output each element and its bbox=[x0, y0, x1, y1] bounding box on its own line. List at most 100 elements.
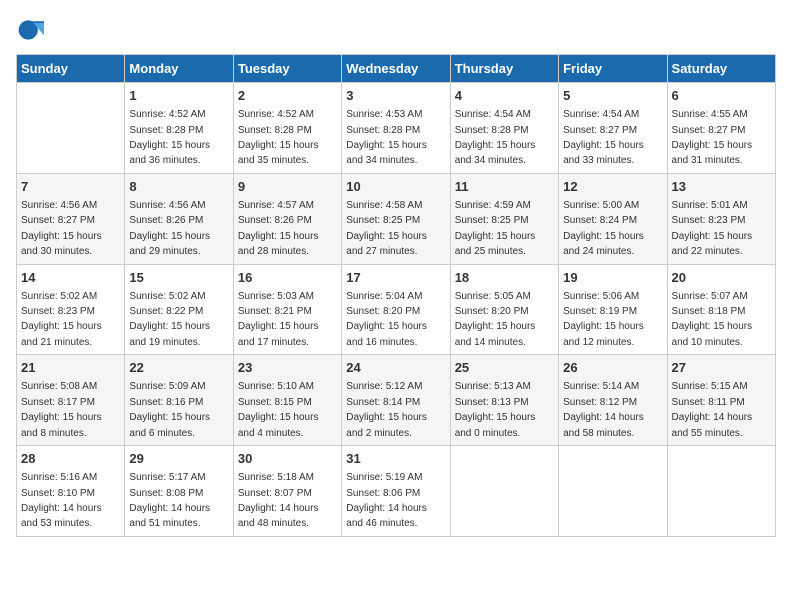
day-number: 29 bbox=[129, 450, 228, 468]
calendar-cell: 19 Sunrise: 5:06 AMSunset: 8:19 PMDayligh… bbox=[559, 264, 667, 355]
calendar-cell: 28 Sunrise: 5:16 AMSunset: 8:10 PMDayligh… bbox=[17, 446, 125, 537]
day-info: Sunrise: 4:58 AMSunset: 8:25 PMDaylight:… bbox=[346, 200, 427, 257]
logo bbox=[16, 16, 48, 44]
day-number: 4 bbox=[455, 87, 554, 105]
column-header-wednesday: Wednesday bbox=[342, 55, 450, 83]
calendar-cell: 18 Sunrise: 5:05 AMSunset: 8:20 PMDayligh… bbox=[450, 264, 558, 355]
day-info: Sunrise: 4:54 AMSunset: 8:27 PMDaylight:… bbox=[563, 109, 644, 166]
column-header-saturday: Saturday bbox=[667, 55, 775, 83]
calendar-cell: 11 Sunrise: 4:59 AMSunset: 8:25 PMDayligh… bbox=[450, 173, 558, 264]
day-number: 12 bbox=[563, 178, 662, 196]
calendar-header-row: SundayMondayTuesdayWednesdayThursdayFrid… bbox=[17, 55, 776, 83]
day-number: 21 bbox=[21, 359, 120, 377]
day-info: Sunrise: 5:19 AMSunset: 8:06 PMDaylight:… bbox=[346, 472, 427, 529]
calendar-cell bbox=[17, 83, 125, 174]
calendar-cell: 29Sunrise: 5:17 AMSunset: 8:08 PMDayligh… bbox=[125, 446, 233, 537]
day-number: 2 bbox=[238, 87, 337, 105]
calendar-cell: 2 Sunrise: 4:52 AMSunset: 8:28 PMDaylight… bbox=[233, 83, 341, 174]
calendar-cell: 26 Sunrise: 5:14 AMSunset: 8:12 PMDayligh… bbox=[559, 355, 667, 446]
day-info: Sunrise: 5:02 AMSunset: 8:23 PMDaylight:… bbox=[21, 291, 102, 348]
day-info: Sunrise: 5:14 AMSunset: 8:12 PMDaylight:… bbox=[563, 381, 644, 438]
calendar-cell: 5 Sunrise: 4:54 AMSunset: 8:27 PMDaylight… bbox=[559, 83, 667, 174]
column-header-friday: Friday bbox=[559, 55, 667, 83]
calendar-cell: 14 Sunrise: 5:02 AMSunset: 8:23 PMDayligh… bbox=[17, 264, 125, 355]
calendar-cell: 16Sunrise: 5:03 AMSunset: 8:21 PMDayligh… bbox=[233, 264, 341, 355]
day-number: 17 bbox=[346, 269, 445, 287]
day-number: 11 bbox=[455, 178, 554, 196]
day-info: Sunrise: 5:13 AMSunset: 8:13 PMDaylight:… bbox=[455, 381, 536, 438]
day-info: Sunrise: 5:15 AMSunset: 8:11 PMDaylight:… bbox=[672, 381, 753, 438]
column-header-tuesday: Tuesday bbox=[233, 55, 341, 83]
day-number: 18 bbox=[455, 269, 554, 287]
day-info: Sunrise: 5:00 AMSunset: 8:24 PMDaylight:… bbox=[563, 200, 644, 257]
calendar-cell: 25 Sunrise: 5:13 AMSunset: 8:13 PMDayligh… bbox=[450, 355, 558, 446]
day-info: Sunrise: 5:08 AMSunset: 8:17 PMDaylight:… bbox=[21, 381, 102, 438]
calendar-week-row: 7Sunrise: 4:56 AMSunset: 8:27 PMDaylight… bbox=[17, 173, 776, 264]
calendar-cell: 1 Sunrise: 4:52 AMSunset: 8:28 PMDaylight… bbox=[125, 83, 233, 174]
day-info: Sunrise: 4:56 AMSunset: 8:27 PMDaylight:… bbox=[21, 200, 102, 257]
calendar-week-row: 1 Sunrise: 4:52 AMSunset: 8:28 PMDaylight… bbox=[17, 83, 776, 174]
day-number: 26 bbox=[563, 359, 662, 377]
day-info: Sunrise: 4:59 AMSunset: 8:25 PMDaylight:… bbox=[455, 200, 536, 257]
day-info: Sunrise: 4:53 AMSunset: 8:28 PMDaylight:… bbox=[346, 109, 427, 166]
day-number: 3 bbox=[346, 87, 445, 105]
day-info: Sunrise: 5:12 AMSunset: 8:14 PMDaylight:… bbox=[346, 381, 427, 438]
calendar-cell: 12 Sunrise: 5:00 AMSunset: 8:24 PMDayligh… bbox=[559, 173, 667, 264]
day-number: 1 bbox=[129, 87, 228, 105]
calendar-cell: 10 Sunrise: 4:58 AMSunset: 8:25 PMDayligh… bbox=[342, 173, 450, 264]
calendar-cell: 20Sunrise: 5:07 AMSunset: 8:18 PMDayligh… bbox=[667, 264, 775, 355]
day-number: 30 bbox=[238, 450, 337, 468]
day-number: 28 bbox=[21, 450, 120, 468]
calendar-table: SundayMondayTuesdayWednesdayThursdayFrid… bbox=[16, 54, 776, 537]
calendar-cell: 27 Sunrise: 5:15 AMSunset: 8:11 PMDayligh… bbox=[667, 355, 775, 446]
day-info: Sunrise: 4:54 AMSunset: 8:28 PMDaylight:… bbox=[455, 109, 536, 166]
page-header bbox=[16, 16, 776, 44]
calendar-cell bbox=[450, 446, 558, 537]
calendar-week-row: 21 Sunrise: 5:08 AMSunset: 8:17 PMDayligh… bbox=[17, 355, 776, 446]
column-header-monday: Monday bbox=[125, 55, 233, 83]
calendar-cell: 31 Sunrise: 5:19 AMSunset: 8:06 PMDayligh… bbox=[342, 446, 450, 537]
day-number: 5 bbox=[563, 87, 662, 105]
calendar-cell: 9 Sunrise: 4:57 AMSunset: 8:26 PMDaylight… bbox=[233, 173, 341, 264]
day-info: Sunrise: 5:06 AMSunset: 8:19 PMDaylight:… bbox=[563, 291, 644, 348]
day-info: Sunrise: 5:07 AMSunset: 8:18 PMDaylight:… bbox=[672, 291, 753, 348]
day-number: 27 bbox=[672, 359, 771, 377]
day-number: 14 bbox=[21, 269, 120, 287]
day-number: 19 bbox=[563, 269, 662, 287]
day-info: Sunrise: 4:52 AMSunset: 8:28 PMDaylight:… bbox=[238, 109, 319, 166]
calendar-cell: 8 Sunrise: 4:56 AMSunset: 8:26 PMDaylight… bbox=[125, 173, 233, 264]
calendar-cell: 7Sunrise: 4:56 AMSunset: 8:27 PMDaylight… bbox=[17, 173, 125, 264]
calendar-cell: 3 Sunrise: 4:53 AMSunset: 8:28 PMDaylight… bbox=[342, 83, 450, 174]
day-info: Sunrise: 5:18 AMSunset: 8:07 PMDaylight:… bbox=[238, 472, 319, 529]
calendar-cell: 6Sunrise: 4:55 AMSunset: 8:27 PMDaylight… bbox=[667, 83, 775, 174]
calendar-cell: 4 Sunrise: 4:54 AMSunset: 8:28 PMDaylight… bbox=[450, 83, 558, 174]
day-number: 23 bbox=[238, 359, 337, 377]
calendar-cell bbox=[559, 446, 667, 537]
day-number: 9 bbox=[238, 178, 337, 196]
day-number: 25 bbox=[455, 359, 554, 377]
day-number: 15 bbox=[129, 269, 228, 287]
calendar-cell: 23 Sunrise: 5:10 AMSunset: 8:15 PMDayligh… bbox=[233, 355, 341, 446]
day-number: 31 bbox=[346, 450, 445, 468]
column-header-sunday: Sunday bbox=[17, 55, 125, 83]
day-number: 10 bbox=[346, 178, 445, 196]
logo-icon bbox=[16, 16, 44, 44]
day-info: Sunrise: 4:57 AMSunset: 8:26 PMDaylight:… bbox=[238, 200, 319, 257]
day-info: Sunrise: 5:16 AMSunset: 8:10 PMDaylight:… bbox=[21, 472, 102, 529]
column-header-thursday: Thursday bbox=[450, 55, 558, 83]
day-info: Sunrise: 4:56 AMSunset: 8:26 PMDaylight:… bbox=[129, 200, 210, 257]
day-info: Sunrise: 4:55 AMSunset: 8:27 PMDaylight:… bbox=[672, 109, 753, 166]
calendar-cell: 13Sunrise: 5:01 AMSunset: 8:23 PMDayligh… bbox=[667, 173, 775, 264]
day-number: 8 bbox=[129, 178, 228, 196]
calendar-cell bbox=[667, 446, 775, 537]
day-info: Sunrise: 5:10 AMSunset: 8:15 PMDaylight:… bbox=[238, 381, 319, 438]
calendar-cell: 21 Sunrise: 5:08 AMSunset: 8:17 PMDayligh… bbox=[17, 355, 125, 446]
day-info: Sunrise: 5:05 AMSunset: 8:20 PMDaylight:… bbox=[455, 291, 536, 348]
day-info: Sunrise: 4:52 AMSunset: 8:28 PMDaylight:… bbox=[129, 109, 210, 166]
day-info: Sunrise: 5:02 AMSunset: 8:22 PMDaylight:… bbox=[129, 291, 210, 348]
day-number: 13 bbox=[672, 178, 771, 196]
calendar-cell: 15 Sunrise: 5:02 AMSunset: 8:22 PMDayligh… bbox=[125, 264, 233, 355]
day-number: 16 bbox=[238, 269, 337, 287]
calendar-cell: 22Sunrise: 5:09 AMSunset: 8:16 PMDayligh… bbox=[125, 355, 233, 446]
day-number: 22 bbox=[129, 359, 228, 377]
